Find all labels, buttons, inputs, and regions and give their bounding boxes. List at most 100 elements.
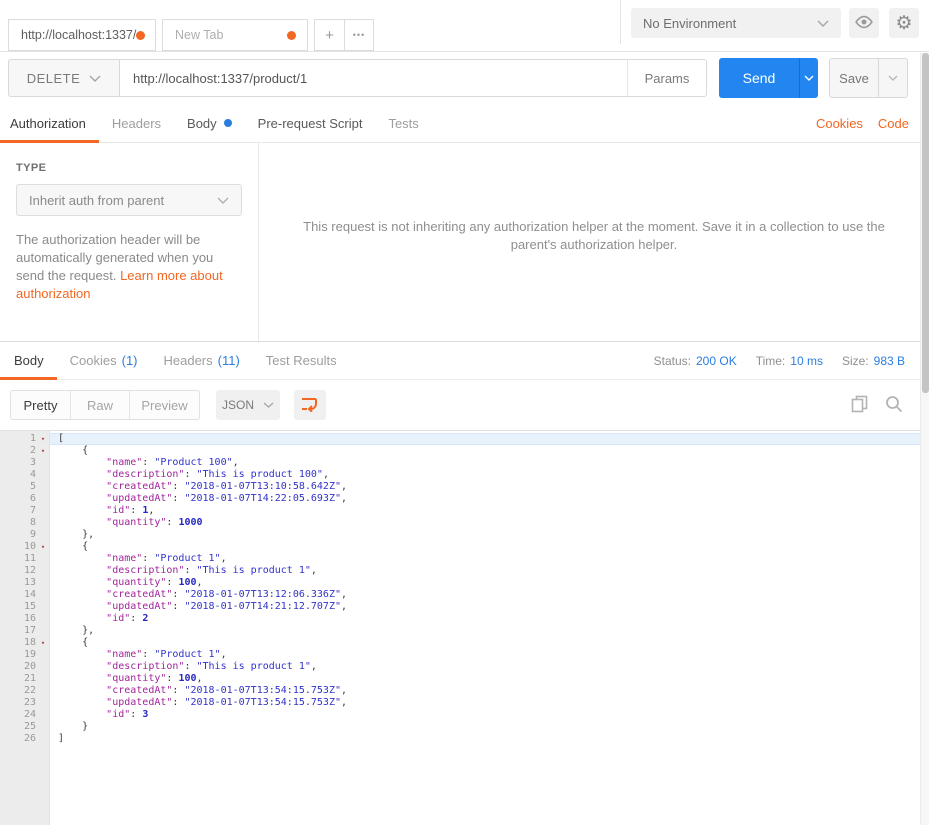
code-text: "createdAt": "2018-01-07T13:12:06.336Z", xyxy=(50,589,929,601)
code-line: 26] xyxy=(0,733,929,745)
type-label: TYPE xyxy=(16,162,242,174)
authorization-panel: TYPE Inherit auth from parent The author… xyxy=(0,143,929,341)
view-pretty-button[interactable]: Pretty xyxy=(11,391,70,419)
tab-body[interactable]: Body xyxy=(174,104,245,142)
fold-spacer xyxy=(36,709,50,721)
auth-type-select[interactable]: Inherit auth from parent xyxy=(16,184,242,216)
code-text: }, xyxy=(50,625,929,637)
send-button-group: Send xyxy=(719,58,818,98)
code-text: "quantity": 100, xyxy=(50,673,929,685)
fold-arrow-icon[interactable]: ▾ xyxy=(36,433,50,445)
code-link[interactable]: Code xyxy=(878,116,909,131)
code-line: 1▾[ xyxy=(0,433,929,445)
tab-tests[interactable]: Tests xyxy=(375,104,431,142)
response-tab-headers[interactable]: Headers (11) xyxy=(151,342,253,379)
fold-arrow-icon[interactable]: ▾ xyxy=(36,541,50,553)
line-number: 11 xyxy=(0,553,36,565)
unsaved-indicator-icon xyxy=(287,31,296,40)
line-gutter: 4 xyxy=(0,469,50,481)
method-select-value: DELETE xyxy=(27,71,81,86)
wrap-lines-button[interactable] xyxy=(294,390,326,420)
code-text: { xyxy=(50,541,929,553)
line-number: 1 xyxy=(0,433,36,445)
size-label: Size: xyxy=(842,354,869,368)
line-gutter: 2▾ xyxy=(0,445,50,457)
code-text: "name": "Product 100", xyxy=(50,457,929,469)
line-number: 16 xyxy=(0,613,36,625)
send-button[interactable]: Send xyxy=(719,58,799,98)
line-number: 4 xyxy=(0,469,36,481)
fold-arrow-icon[interactable]: ▾ xyxy=(36,637,50,649)
response-tab-test-results[interactable]: Test Results xyxy=(253,342,350,379)
unsaved-indicator-icon xyxy=(136,31,145,40)
code-line: 23 "updatedAt": "2018-01-07T13:54:15.753… xyxy=(0,697,929,709)
cookies-link[interactable]: Cookies xyxy=(816,116,863,131)
params-button[interactable]: Params xyxy=(627,59,707,97)
auth-type-select-value: Inherit auth from parent xyxy=(29,193,164,208)
code-lines: 1▾[2▾ {3 "name": "Product 100",4 "descri… xyxy=(0,433,929,745)
size-pair: Size: 983 B xyxy=(842,354,905,368)
code-text: ] xyxy=(50,733,929,745)
chevron-down-icon xyxy=(263,402,274,408)
view-preview-button[interactable]: Preview xyxy=(129,391,199,419)
tab-headers[interactable]: Headers xyxy=(99,104,174,142)
response-tab-label: Headers xyxy=(164,353,213,368)
chevron-down-icon xyxy=(89,75,101,82)
environment-select[interactable]: No Environment xyxy=(631,8,841,38)
send-options-button[interactable] xyxy=(799,58,818,98)
code-line: 5 "createdAt": "2018-01-07T13:10:58.642Z… xyxy=(0,481,929,493)
code-line: 3 "name": "Product 100", xyxy=(0,457,929,469)
fold-spacer xyxy=(36,577,50,589)
tab-pre-request-script[interactable]: Pre-request Script xyxy=(245,104,376,142)
code-line: 2▾ { xyxy=(0,445,929,457)
fold-spacer xyxy=(36,517,50,529)
size-value: 983 B xyxy=(874,354,905,368)
code-line: 21 "quantity": 100, xyxy=(0,673,929,685)
request-tab-new[interactable]: New Tab xyxy=(162,19,308,51)
fold-spacer xyxy=(36,553,50,565)
line-number: 20 xyxy=(0,661,36,673)
code-text: [ xyxy=(50,433,929,445)
scrollbar-thumb[interactable] xyxy=(922,53,929,393)
fold-spacer xyxy=(36,697,50,709)
add-tab-button[interactable]: + xyxy=(315,20,344,50)
response-tab-cookies[interactable]: Cookies (1) xyxy=(57,342,151,379)
environment-quick-look-button[interactable] xyxy=(849,8,879,38)
fold-spacer xyxy=(36,625,50,637)
request-editor-tabs: Authorization Headers Body Pre-request S… xyxy=(0,104,929,143)
fold-spacer xyxy=(36,613,50,625)
request-tab-localhost[interactable]: http://localhost:1337/ xyxy=(8,19,156,51)
fold-spacer xyxy=(36,469,50,481)
time-value: 10 ms xyxy=(790,354,823,368)
language-select[interactable]: JSON xyxy=(216,390,280,420)
more-tabs-button[interactable]: ••• xyxy=(344,20,373,50)
line-gutter: 18▾ xyxy=(0,637,50,649)
line-gutter: 24 xyxy=(0,709,50,721)
settings-button[interactable]: ⚙ xyxy=(889,8,919,38)
line-gutter: 19 xyxy=(0,649,50,661)
response-tab-body[interactable]: Body xyxy=(0,342,57,379)
line-number: 13 xyxy=(0,577,36,589)
line-gutter: 25 xyxy=(0,721,50,733)
method-select[interactable]: DELETE xyxy=(8,59,120,97)
response-tabs: Body Cookies (1) Headers (11) Test Resul… xyxy=(0,341,929,380)
fold-spacer xyxy=(36,457,50,469)
fold-arrow-icon[interactable]: ▾ xyxy=(36,445,50,457)
save-button[interactable]: Save xyxy=(829,58,879,98)
response-tab-label: Cookies xyxy=(70,353,117,368)
search-response-button[interactable] xyxy=(883,394,905,416)
code-text: "updatedAt": "2018-01-07T13:54:15.753Z", xyxy=(50,697,929,709)
line-number: 19 xyxy=(0,649,36,661)
view-mode-switcher: Pretty Raw Preview xyxy=(10,390,200,420)
status-label: Status: xyxy=(654,354,691,368)
code-text: "name": "Product 1", xyxy=(50,649,929,661)
tab-authorization[interactable]: Authorization xyxy=(0,104,99,142)
save-options-button[interactable] xyxy=(879,58,908,98)
fold-spacer xyxy=(36,505,50,517)
view-raw-button[interactable]: Raw xyxy=(70,391,129,419)
fold-spacer xyxy=(36,529,50,541)
body-content-dot-icon xyxy=(224,119,232,127)
copy-response-button[interactable] xyxy=(848,394,870,416)
code-line: 6 "updatedAt": "2018-01-07T14:22:05.693Z… xyxy=(0,493,929,505)
url-input[interactable]: http://localhost:1337/product/1 xyxy=(120,59,628,97)
